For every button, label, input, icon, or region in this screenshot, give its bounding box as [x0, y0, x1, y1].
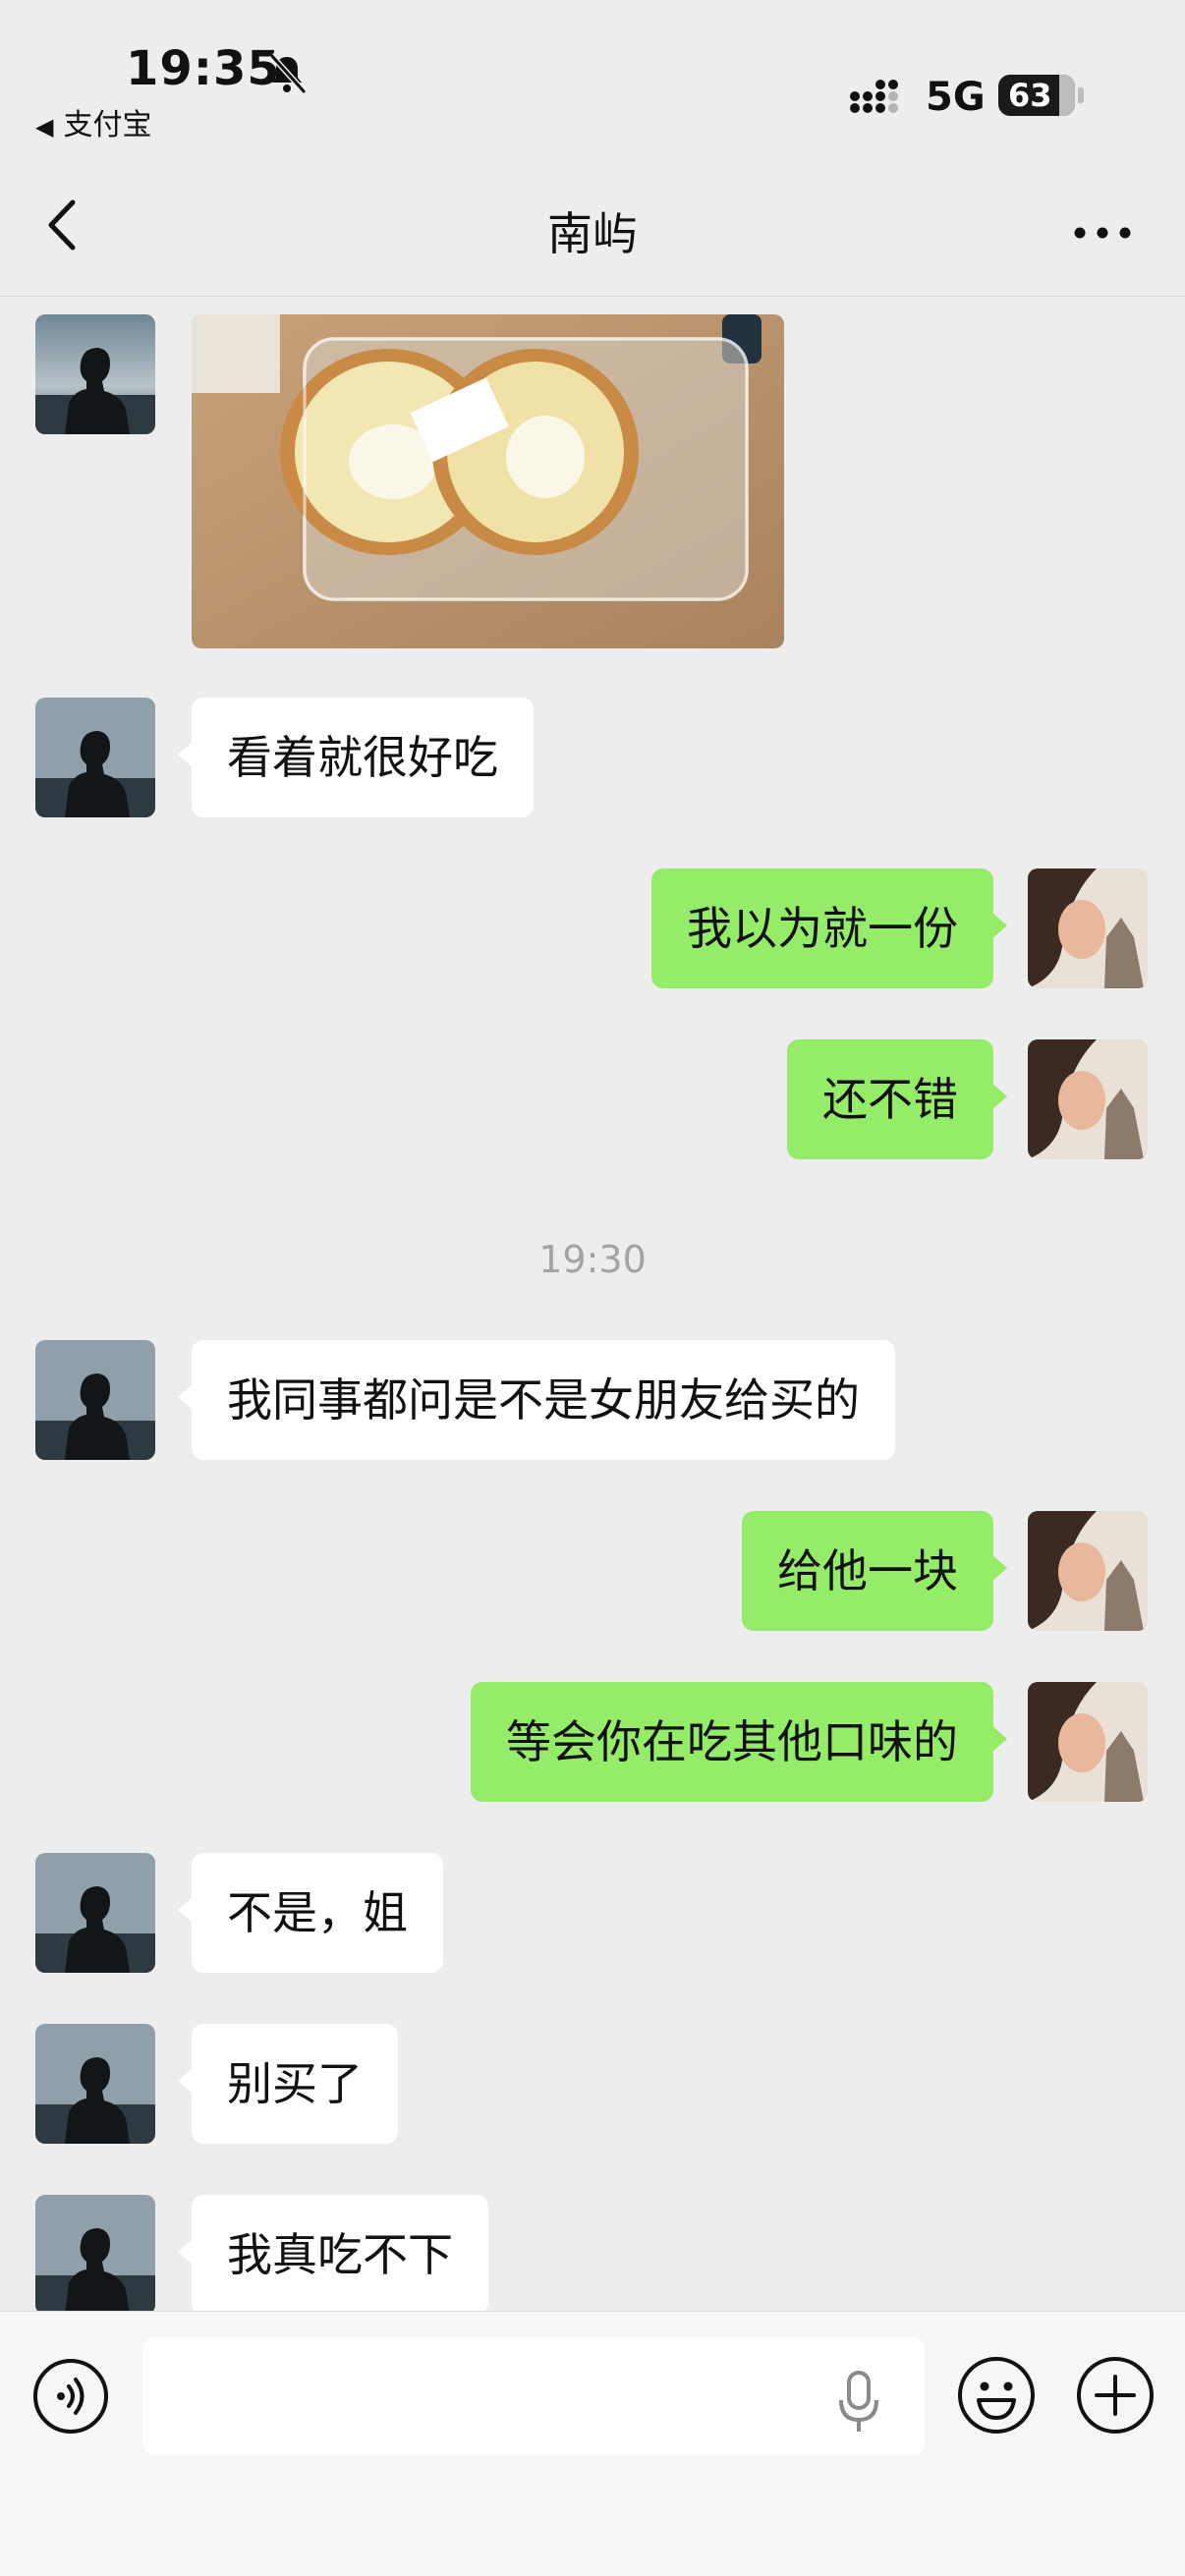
incoming-message-bubble[interactable]: 别买了	[178, 2024, 398, 2144]
back-triangle-icon: ◀	[35, 113, 54, 140]
message-timestamp: 19:30	[538, 1238, 647, 1281]
my-avatar[interactable]	[1028, 868, 1148, 988]
contact-avatar[interactable]	[35, 2024, 155, 2144]
message-list[interactable]: 看着就很好吃 我以为就一份 还不错 19:30 我同事都问是不是女朋友给买的 给…	[0, 297, 1185, 2311]
contact-avatar[interactable]	[35, 1853, 155, 1973]
plus-icon[interactable]	[1075, 2355, 1156, 2436]
signal-icon	[850, 80, 898, 113]
incoming-message-bubble[interactable]: 我同事都问是不是女朋友给买的	[178, 1340, 895, 1460]
battery-indicator: 63	[998, 75, 1075, 116]
contact-avatar[interactable]	[35, 1340, 155, 1460]
status-bar: 19:35 ◀ 支付宝 5G 63	[0, 0, 1185, 147]
bell-muted-icon	[268, 52, 308, 94]
chat-title: 南屿	[547, 207, 638, 260]
battery-level: 63	[1008, 77, 1052, 114]
chat-header: 南屿	[0, 147, 1185, 297]
emoji-icon[interactable]	[956, 2355, 1037, 2436]
outgoing-message-bubble[interactable]: 给他一块	[742, 1511, 1007, 1631]
status-time: 19:35	[126, 41, 281, 96]
my-avatar[interactable]	[1028, 1511, 1148, 1631]
incoming-message-bubble[interactable]: 看着就很好吃	[178, 698, 534, 817]
message-input[interactable]	[142, 2337, 925, 2455]
cake-roll-photo[interactable]	[192, 314, 784, 648]
incoming-message-bubble[interactable]: 我真吃不下	[178, 2195, 488, 2311]
voice-input-icon[interactable]	[31, 2357, 110, 2436]
outgoing-message-bubble[interactable]: 等会你在吃其他口味的	[471, 1682, 1007, 1802]
back-to-app-link[interactable]: ◀ 支付宝	[35, 100, 151, 143]
more-options-icon[interactable]	[1073, 226, 1132, 240]
incoming-message-bubble[interactable]: 不是，姐	[178, 1853, 443, 1973]
contact-avatar[interactable]	[35, 2195, 155, 2311]
network-type: 5G	[926, 75, 986, 120]
input-bar	[0, 2311, 1185, 2576]
back-app-label: 支付宝	[63, 108, 152, 142]
outgoing-message-bubble[interactable]: 我以为就一份	[651, 868, 1007, 988]
outgoing-message-bubble[interactable]: 还不错	[787, 1039, 1007, 1159]
battery-tip	[1078, 87, 1084, 103]
my-avatar[interactable]	[1028, 1039, 1148, 1159]
contact-avatar[interactable]	[35, 698, 155, 817]
my-avatar[interactable]	[1028, 1682, 1148, 1802]
microphone-icon[interactable]	[837, 2371, 880, 2434]
contact-avatar[interactable]	[35, 314, 155, 434]
